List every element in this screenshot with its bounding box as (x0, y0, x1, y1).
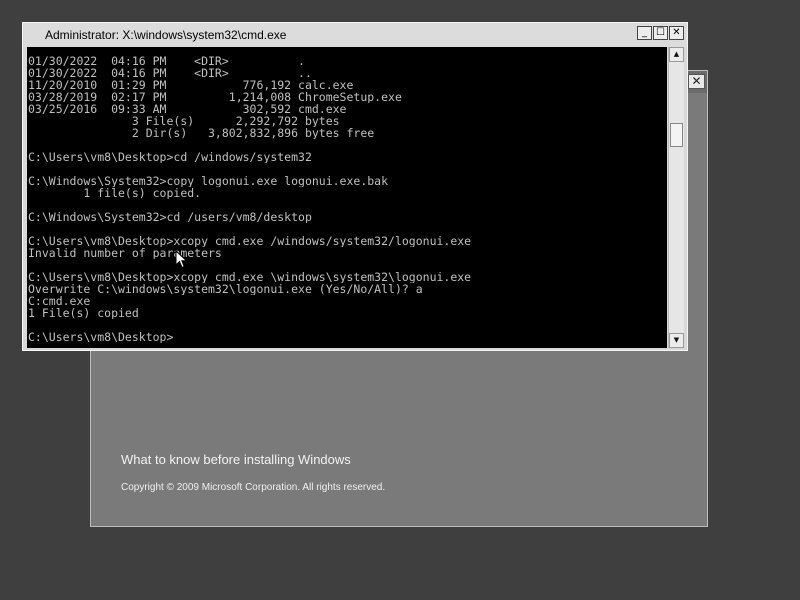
mouse-pointer-icon (175, 250, 188, 269)
window-controls: _ ☐ ✕ (637, 26, 684, 40)
setup-close-button[interactable]: ✕ (688, 74, 705, 89)
console-line: C:\Users\vm8\Desktop>xcopy cmd.exe \wind… (28, 271, 472, 283)
cmd-window[interactable]: Administrator: X:\windows\system32\cmd.e… (22, 22, 688, 351)
console-line: 11/20/2010 01:29 PM 776,192 calc.exe (28, 79, 354, 91)
maximize-button[interactable]: ☐ (653, 26, 668, 40)
console-line: 03/25/2016 09:33 AM 302,592 cmd.exe (28, 103, 347, 115)
console-line: 01/30/2022 04:16 PM <DIR> . (28, 55, 305, 67)
scroll-up-arrow-icon[interactable]: ▲ (669, 47, 684, 62)
cmd-titlebar[interactable]: Administrator: X:\windows\system32\cmd.e… (23, 23, 687, 47)
vertical-scrollbar[interactable]: ▲ ▼ (668, 47, 684, 348)
what-to-know-link[interactable]: What to know before installing Windows (121, 452, 351, 467)
console-text: 01/30/2022 04:16 PM <DIR> . 01/30/2022 04… (27, 47, 667, 343)
cmd-window-title: Administrator: X:\windows\system32\cmd.e… (45, 28, 287, 42)
console-line: C:\Users\vm8\Desktop> (28, 331, 174, 343)
console-line: 3 File(s) 2,292,792 bytes (28, 115, 340, 127)
console-line: C:\Users\vm8\Desktop>xcopy cmd.exe /wind… (28, 235, 472, 247)
console-line: C:cmd.exe (28, 295, 91, 307)
console-line: Overwrite C:\windows\system32\logonui.ex… (28, 283, 423, 295)
scroll-thumb[interactable] (670, 123, 683, 147)
console-line: 1 file(s) copied. (28, 187, 202, 199)
console-line: C:\Windows\System32>cd /users/vm8/deskto… (28, 211, 312, 223)
minimize-button[interactable]: _ (637, 26, 652, 40)
console-line: C:\Windows\System32>copy logonui.exe log… (28, 175, 389, 187)
console-line: 2 Dir(s) 3,802,832,896 bytes free (28, 127, 375, 139)
console-line: 1 File(s) copied (28, 307, 139, 319)
console-line: 01/30/2022 04:16 PM <DIR> .. (28, 67, 312, 79)
desktop-background: ✕ What to know before installing Windows… (0, 0, 800, 600)
close-button[interactable]: ✕ (669, 26, 684, 40)
copyright-text: Copyright © 2009 Microsoft Corporation. … (121, 482, 386, 493)
console-output-area[interactable]: 01/30/2022 04:16 PM <DIR> . 01/30/2022 04… (27, 47, 667, 348)
scroll-down-arrow-icon[interactable]: ▼ (669, 333, 684, 348)
console-line: 03/28/2019 02:17 PM 1,214,008 ChromeSetu… (28, 91, 402, 103)
console-line: Invalid number of parameters (28, 247, 222, 259)
console-line: C:\Users\vm8\Desktop>cd /windows/system3… (28, 151, 312, 163)
